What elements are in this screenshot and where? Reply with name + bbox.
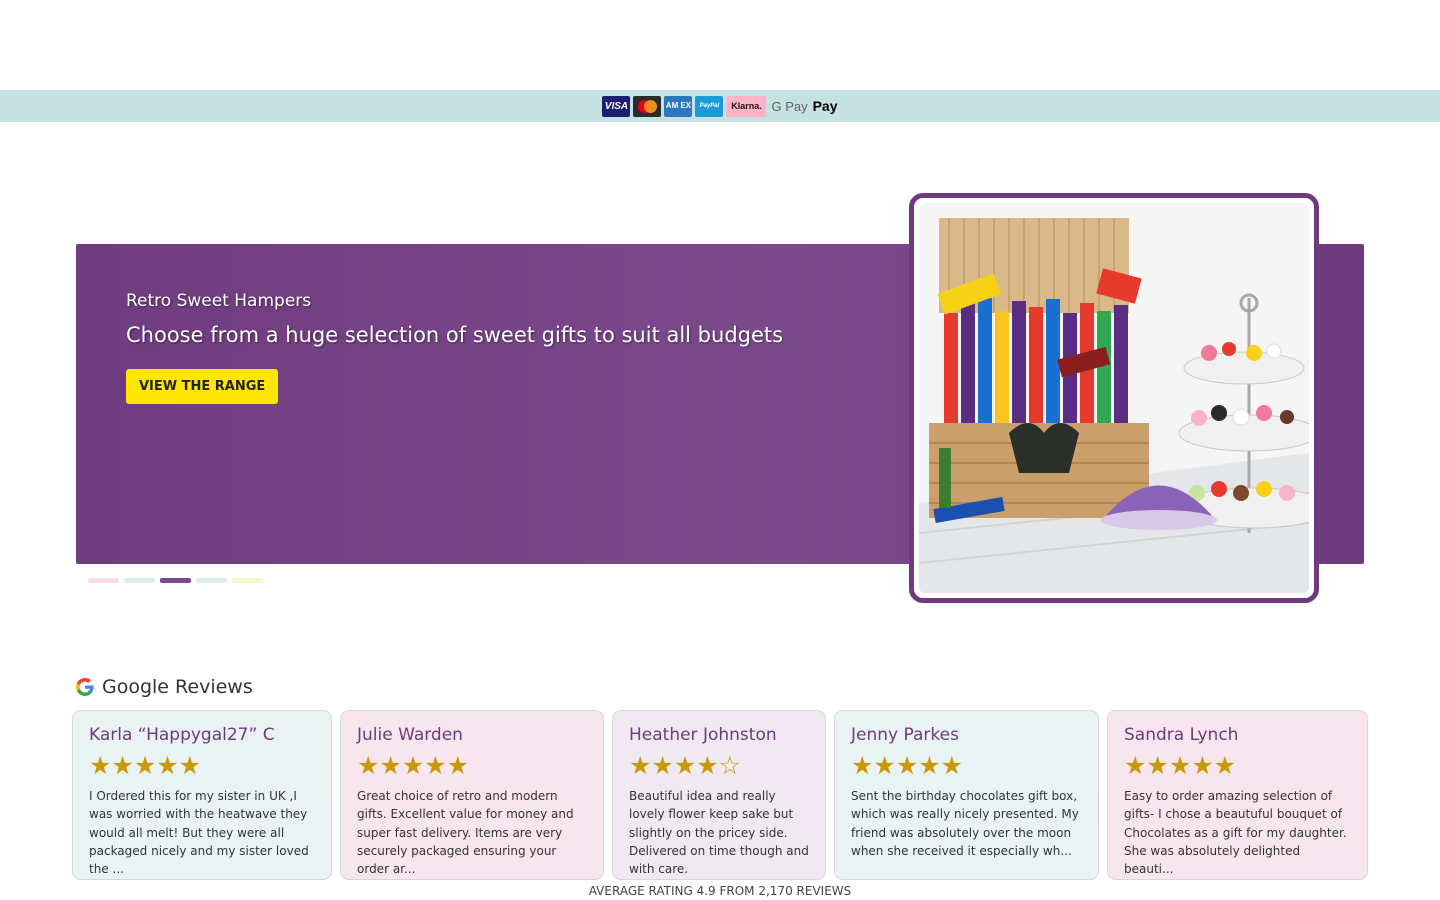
amex-icon: AM EX: [664, 95, 693, 117]
slider-dots: [88, 578, 263, 583]
site-header: [0, 0, 1440, 90]
review-author: Sandra Lynch: [1124, 725, 1239, 745]
hero-kicker: Retro Sweet Hampers: [126, 291, 312, 311]
hero-title: Choose from a huge selection of sweet gi…: [126, 323, 784, 347]
average-rating: AVERAGE RATING 4.9 FROM 2,170 REVIEWS: [588, 884, 852, 898]
review-card[interactable]: Sandra Lynch ★★★★★ Easy to order amazing…: [1107, 710, 1368, 880]
apple-pay-icon: Pay: [812, 98, 838, 114]
review-stars: ★★★★☆: [629, 751, 742, 780]
google-pay-icon: G Pay: [771, 98, 808, 114]
review-text: Sent the birthday chocolates gift box, w…: [851, 789, 1079, 858]
google-icon: [76, 678, 94, 696]
paypal-icon: PayPal: [695, 95, 724, 117]
review-stars: ★★★★★: [1124, 751, 1237, 780]
visa-icon: VISA: [602, 95, 631, 117]
review-text: Great choice of retro and modern gifts. …: [357, 789, 574, 877]
view-the-range-button[interactable]: VIEW THE RANGE: [126, 369, 279, 404]
review-text: Beautiful idea and really lovely flower …: [629, 789, 809, 877]
slider-dot-5[interactable]: [232, 578, 263, 583]
review-text: Easy to order amazing selection of gifts…: [1124, 789, 1347, 877]
review-stars: ★★★★★: [89, 751, 202, 780]
slider-dot-2[interactable]: [124, 578, 155, 583]
klarna-icon: Klarna.: [726, 95, 767, 117]
review-author: Julie Warden: [357, 725, 463, 745]
review-card[interactable]: Karla “Happygal27” C ★★★★★ I Ordered thi…: [72, 710, 332, 880]
slider-dot-4[interactable]: [196, 578, 227, 583]
reviews-header: Google Reviews: [76, 676, 253, 698]
review-text: I Ordered this for my sister in UK ,I wa…: [89, 789, 309, 877]
review-author: Heather Johnston: [629, 725, 777, 745]
payment-methods-bar: VISA AM EX PayPal Klarna. G Pay Pay: [0, 90, 1440, 122]
review-author: Jenny Parkes: [851, 725, 959, 745]
mastercard-icon: [633, 95, 662, 117]
review-card[interactable]: Heather Johnston ★★★★☆ Beautiful idea an…: [612, 710, 826, 880]
slider-dot-3[interactable]: [160, 578, 191, 583]
review-card[interactable]: Julie Warden ★★★★★ Great choice of retro…: [340, 710, 604, 880]
review-author: Karla “Happygal27” C: [89, 725, 275, 745]
slider-dot-1[interactable]: [88, 578, 119, 583]
review-stars: ★★★★★: [851, 751, 964, 780]
review-stars: ★★★★★: [357, 751, 470, 780]
reviews-title: Google Reviews: [102, 676, 253, 698]
review-card[interactable]: Jenny Parkes ★★★★★ Sent the birthday cho…: [834, 710, 1099, 880]
hero-image-frame: [909, 193, 1319, 603]
hamper-image[interactable]: [919, 203, 1309, 593]
